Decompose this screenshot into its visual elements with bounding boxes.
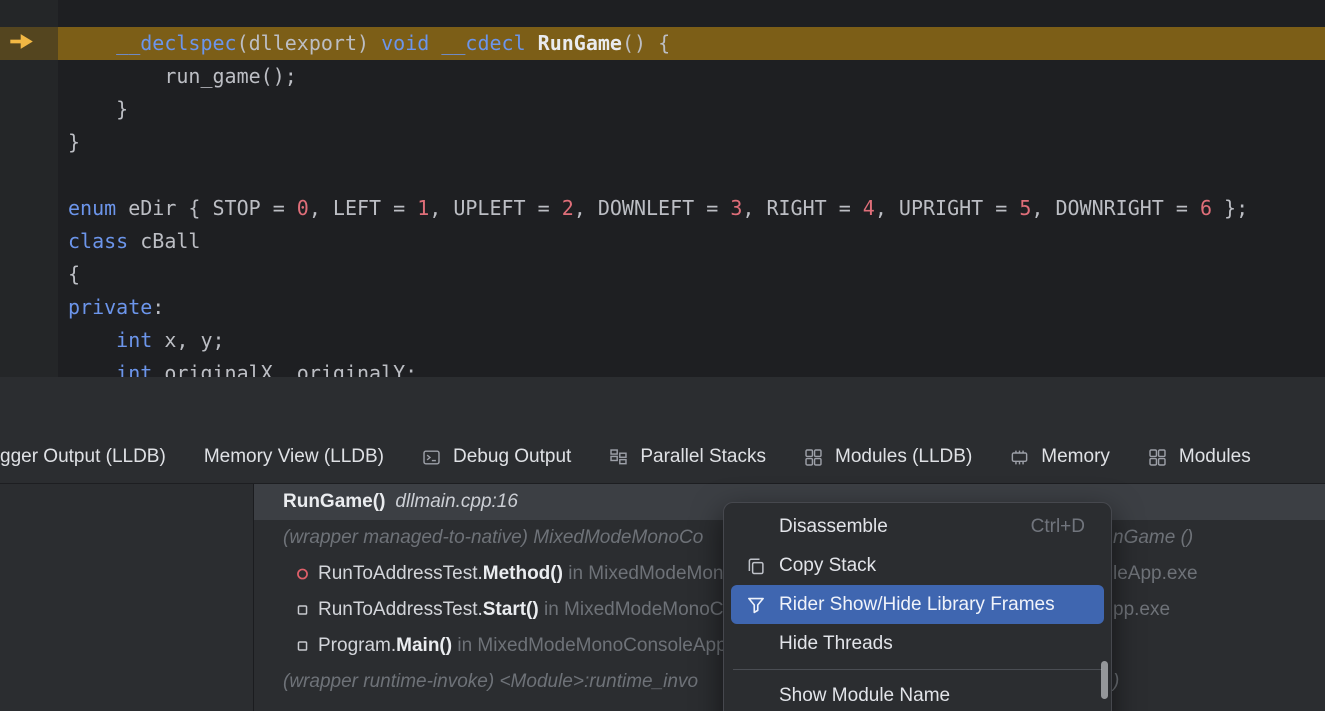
frame-tail-fragment: nGame (): [1113, 520, 1193, 556]
tab-label: Memory: [1041, 446, 1110, 468]
tab-memory-view-lldb[interactable]: Memory View (LLDB): [185, 431, 403, 483]
modules-icon: [804, 448, 823, 467]
tab-label: Debug Output: [453, 446, 571, 468]
menu-item-copy-stack[interactable]: Copy Stack: [724, 546, 1111, 585]
code-line[interactable]: int x, y;: [58, 324, 1325, 357]
code-line[interactable]: [58, 159, 1325, 192]
execution-line[interactable]: __declspec(dllexport) void __cdecl RunGa…: [58, 27, 1325, 60]
code-line[interactable]: }: [58, 93, 1325, 126]
frame-qualifier: Program.: [318, 635, 396, 657]
menu-item-label: Copy Stack: [779, 555, 876, 577]
menu-item-disassemble[interactable]: Disassemble Ctrl+D: [724, 507, 1111, 546]
code-area[interactable]: __declspec(dllexport) void __cdecl RunGa…: [58, 0, 1325, 377]
modules-icon: [1148, 448, 1167, 467]
tab-memory[interactable]: Memory: [991, 431, 1129, 483]
frame-location: in MixedModeMonoConsoleApp: [452, 635, 727, 657]
rider-debug-window: __declspec(dllexport) void __cdecl RunGa…: [0, 0, 1325, 711]
menu-item-hide-threads[interactable]: Hide Threads: [724, 624, 1111, 663]
wrapper-frame-text: (wrapper managed-to-native) MixedModeMon…: [283, 527, 703, 549]
code-line[interactable]: int originalX, originalY;: [58, 357, 1325, 377]
breakpoint-circle-icon: [294, 566, 311, 583]
frame-square-icon: [294, 638, 311, 655]
frame-square-icon: [294, 602, 311, 619]
frame-location: in MixedModeMonoC: [563, 563, 748, 585]
menu-separator: [733, 669, 1102, 670]
menu-item-label: Disassemble: [779, 516, 888, 538]
code-line[interactable]: class cBall: [58, 225, 1325, 258]
menu-item-label: Rider Show/Hide Library Frames: [779, 594, 1055, 616]
wrapper-frame-text: (wrapper runtime-invoke) <Module>:runtim…: [283, 671, 698, 693]
tab-debugger-output-lldb[interactable]: gger Output (LLDB): [0, 431, 185, 483]
menu-item-show-module-name[interactable]: Show Module Name: [724, 676, 1111, 711]
frames-context-menu: Disassemble Ctrl+D Copy Stack Rider Show/Hi…: [723, 502, 1112, 711]
frame-tail-fragment: pp.exe: [1113, 592, 1170, 628]
frame-qualifier: RunToAddressTest.: [318, 599, 483, 621]
debug-tab-bar: gger Output (LLDB) Memory View (LLDB) Debu…: [0, 431, 1325, 483]
filter-icon: [746, 595, 766, 615]
debug-toolbar-band: [0, 377, 1325, 431]
tab-parallel-stacks[interactable]: Parallel Stacks: [590, 431, 785, 483]
parallel-stacks-icon: [609, 448, 628, 467]
threads-panel: [0, 484, 254, 711]
tab-modules[interactable]: Modules: [1129, 431, 1270, 483]
tab-label: Modules: [1179, 446, 1251, 468]
tab-label: Modules (LLDB): [835, 446, 972, 468]
frame-method: Main(): [396, 635, 452, 657]
menu-item-label: Hide Threads: [779, 633, 893, 655]
frame-location: in MixedModeMonoCon: [539, 599, 745, 621]
code-line[interactable]: private:: [58, 291, 1325, 324]
menu-item-label: Show Module Name: [779, 685, 950, 707]
tab-label: Parallel Stacks: [640, 446, 766, 468]
code-line[interactable]: }: [58, 126, 1325, 159]
terminal-icon: [422, 448, 441, 467]
frame-method: RunGame(): [283, 491, 385, 513]
tab-modules-lldb[interactable]: Modules (LLDB): [785, 431, 991, 483]
menu-item-rider-show-hide-library-frames[interactable]: Rider Show/Hide Library Frames: [731, 585, 1104, 624]
debug-tool-window: gger Output (LLDB) Memory View (LLDB) Debu…: [0, 377, 1325, 711]
code-editor[interactable]: __declspec(dllexport) void __cdecl RunGa…: [0, 0, 1325, 377]
code-line[interactable]: enum eDir { STOP = 0, LEFT = 1, UPLEFT =…: [58, 192, 1325, 225]
code-line[interactable]: {: [58, 258, 1325, 291]
execution-pointer-icon: [8, 31, 38, 52]
frame-location: dllmain.cpp:16: [395, 491, 518, 513]
frame-tail-fragment: ): [1113, 664, 1119, 700]
menu-scrollbar-thumb[interactable]: [1101, 661, 1108, 699]
code-line[interactable]: run_game();: [58, 60, 1325, 93]
menu-item-shortcut: Ctrl+D: [1031, 516, 1085, 538]
frame-qualifier: RunToAddressTest.: [318, 563, 483, 585]
copy-icon: [746, 556, 766, 576]
tab-debug-output[interactable]: Debug Output: [403, 431, 590, 483]
editor-gutter[interactable]: [0, 0, 58, 377]
frame-method: Start(): [483, 599, 539, 621]
frame-tail-fragment: leApp.exe: [1113, 556, 1198, 592]
tab-label: gger Output (LLDB): [0, 446, 166, 468]
tab-label: Memory View (LLDB): [204, 446, 384, 468]
frame-method: Method(): [483, 563, 563, 585]
memory-icon: [1010, 448, 1029, 467]
debug-content: RunGame() dllmain.cpp:16 (wrapper manage…: [0, 483, 1325, 711]
